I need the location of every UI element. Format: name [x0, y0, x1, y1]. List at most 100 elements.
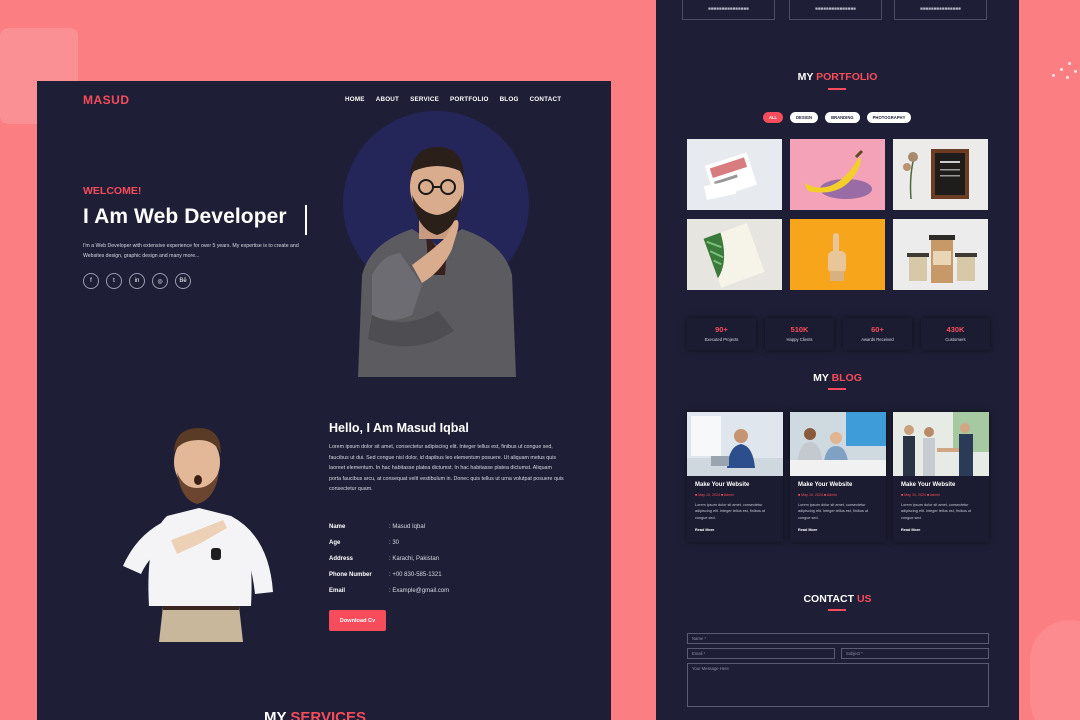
linkedin-icon[interactable]: in	[129, 273, 145, 289]
blog-title-accent: BLOG	[831, 372, 862, 384]
contact-section-title: CONTACT US	[656, 593, 1019, 605]
download-cv-button[interactable]: Download Cv	[329, 610, 386, 631]
info-value: : Example@gmail.com	[389, 588, 450, 594]
twitter-icon[interactable]: t	[106, 273, 122, 289]
blog-section-title: MY BLOG	[656, 372, 1019, 384]
info-row-email: Email : Example@gmail.com	[329, 583, 569, 599]
about-title: Hello, I Am Masud Iqbal	[329, 421, 469, 435]
portfolio-tile-wooden-hand[interactable]	[790, 219, 885, 290]
blog-read-more-link[interactable]: Read More	[901, 528, 920, 532]
stat-label: Customers	[945, 337, 966, 342]
portfolio-title-prefix: MY	[797, 71, 814, 83]
contact-title-accent: US	[856, 593, 872, 605]
info-label: Email	[329, 588, 346, 594]
service-card[interactable]: ■■■■■■■■■■■■■■■	[789, 0, 882, 20]
hero-intro: I'm a Web Developer with extensive exper…	[83, 243, 299, 259]
homepage-mockup: MASUD HOME ABOUT SERVICE PORTFOLIO BLOG …	[37, 81, 611, 720]
stat-label: Awards Received	[861, 337, 894, 342]
info-value: : Masud Iqbal	[389, 524, 426, 530]
portfolio-section-title: MY PORTFOLIO	[656, 71, 1019, 83]
blog-title: Make Your Website	[695, 482, 750, 488]
typing-cursor	[305, 205, 307, 235]
filter-all[interactable]: ALL	[763, 112, 783, 123]
info-label: Phone Number	[329, 572, 372, 578]
service-card[interactable]: ■■■■■■■■■■■■■■■	[682, 0, 775, 20]
blog-title: Make Your Website	[901, 482, 956, 488]
service-card[interactable]: ■■■■■■■■■■■■■■■	[894, 0, 987, 20]
portfolio-title-accent: PORTFOLIO	[816, 71, 878, 83]
services-title-prefix: MY	[264, 709, 287, 720]
services-title-accent: SERVICES	[290, 709, 366, 720]
title-underline	[828, 609, 846, 611]
blog-excerpt: Lorem ipsum dolor sit amet, consectetur …	[901, 503, 972, 520]
stat-card: 510K Happy Clients	[765, 318, 834, 350]
message-textarea[interactable]: Your Message Here	[687, 663, 989, 707]
stat-value: 90+	[715, 325, 728, 334]
blog-title-prefix: MY	[813, 372, 829, 384]
nav-portfolio[interactable]: PORTFOLIO	[450, 96, 489, 103]
instagram-icon[interactable]: ◎	[152, 273, 168, 289]
info-label: Address	[329, 556, 354, 562]
filter-design[interactable]: DESIGN	[790, 112, 819, 123]
nav-blog[interactable]: BLOG	[500, 96, 519, 103]
portfolio-tile-stationery[interactable]	[687, 139, 782, 210]
email-field[interactable]: Email *	[687, 648, 835, 659]
contact-title-prefix: CONTACT	[803, 593, 855, 605]
blog-card[interactable]: Make Your Website ■ May 10, 2024 ■ Admin…	[893, 412, 989, 542]
portfolio-tile-banana[interactable]	[790, 139, 885, 210]
hero-portrait	[358, 147, 516, 377]
nav-about[interactable]: ABOUT	[376, 96, 399, 103]
subject-field[interactable]: Subject *	[841, 648, 989, 659]
main-nav: HOME ABOUT SERVICE PORTFOLIO BLOG CONTAC…	[345, 96, 561, 103]
portfolio-filters: ALL DESIGN BRANDING PHOTOGRAPHY	[763, 112, 912, 123]
title-underline	[828, 388, 846, 390]
portfolio-tile-notebook[interactable]	[687, 219, 782, 290]
logo[interactable]: MASUD	[83, 93, 130, 107]
inner-pages-mockup: ■■■■■■■■■■■■■■■ ■■■■■■■■■■■■■■■ ■■■■■■■■…	[656, 0, 1019, 720]
personal-info-list: Name : Masud Iqbal Age : 30 Address : Ka…	[329, 519, 569, 599]
info-value: : 30	[389, 540, 400, 546]
blog-excerpt: Lorem ipsum dolor sit amet, consectetur …	[798, 503, 869, 520]
info-row-age: Age : 30	[329, 535, 569, 551]
blog-title: Make Your Website	[798, 482, 853, 488]
services-section-title: MY SERVICES	[264, 709, 366, 720]
behance-icon[interactable]: Bē	[175, 273, 191, 289]
nav-contact[interactable]: CONTACT	[530, 96, 562, 103]
nav-home[interactable]: HOME	[345, 96, 365, 103]
stat-value: 510K	[790, 325, 809, 334]
info-value: : Karachi, Pakistan	[389, 556, 440, 562]
info-row-name: Name : Masud Iqbal	[329, 519, 569, 535]
about-text: Lorem ipsum dolor sit amet, consectetur …	[329, 444, 564, 493]
blog-image-handshake	[893, 412, 989, 476]
filter-photography[interactable]: PHOTOGRAPHY	[866, 112, 912, 123]
dots-decoration	[1052, 60, 1078, 86]
blog-read-more-link[interactable]: Read More	[695, 528, 714, 532]
stat-card: 430K Customers	[921, 318, 990, 350]
stats-row: 90+ Executed Projects 510K Happy Clients…	[687, 318, 990, 350]
name-field[interactable]: Name *	[687, 633, 989, 644]
title-underline	[828, 88, 846, 90]
background-shape	[1030, 620, 1080, 720]
about-portrait	[123, 428, 273, 642]
blog-meta: ■ May 10, 2024 ■ Admin	[901, 493, 941, 497]
blog-excerpt: Lorem ipsum dolor sit amet, consectetur …	[695, 503, 766, 520]
blog-card[interactable]: Make Your Website ■ May 10, 2024 ■ Admin…	[790, 412, 886, 542]
nav-service[interactable]: SERVICE	[410, 96, 439, 103]
info-row-address: Address : Karachi, Pakistan	[329, 551, 569, 567]
info-row-phone: Phone Number : +00 830-585-1321	[329, 567, 569, 583]
portfolio-tile-menu-board[interactable]	[893, 139, 988, 210]
stat-label: Happy Clients	[786, 337, 813, 342]
blog-read-more-link[interactable]: Read More	[798, 528, 817, 532]
info-label: Age	[329, 540, 341, 546]
welcome-label: WELCOME!	[83, 185, 142, 197]
hero-headline: I Am Web Developer	[83, 205, 287, 228]
stat-value: 430K	[946, 325, 965, 334]
social-links: f t in ◎ Bē	[83, 273, 191, 289]
blog-card[interactable]: Make Your Website ■ May 10, 2024 ■ Admin…	[687, 412, 783, 542]
facebook-icon[interactable]: f	[83, 273, 99, 289]
info-value: : +00 830-585-1321	[389, 572, 442, 578]
portfolio-tile-coffee-cups[interactable]	[893, 219, 988, 290]
filter-branding[interactable]: BRANDING	[825, 112, 860, 123]
blog-meta: ■ May 10, 2024 ■ Admin	[695, 493, 735, 497]
stat-card: 60+ Awards Received	[843, 318, 912, 350]
